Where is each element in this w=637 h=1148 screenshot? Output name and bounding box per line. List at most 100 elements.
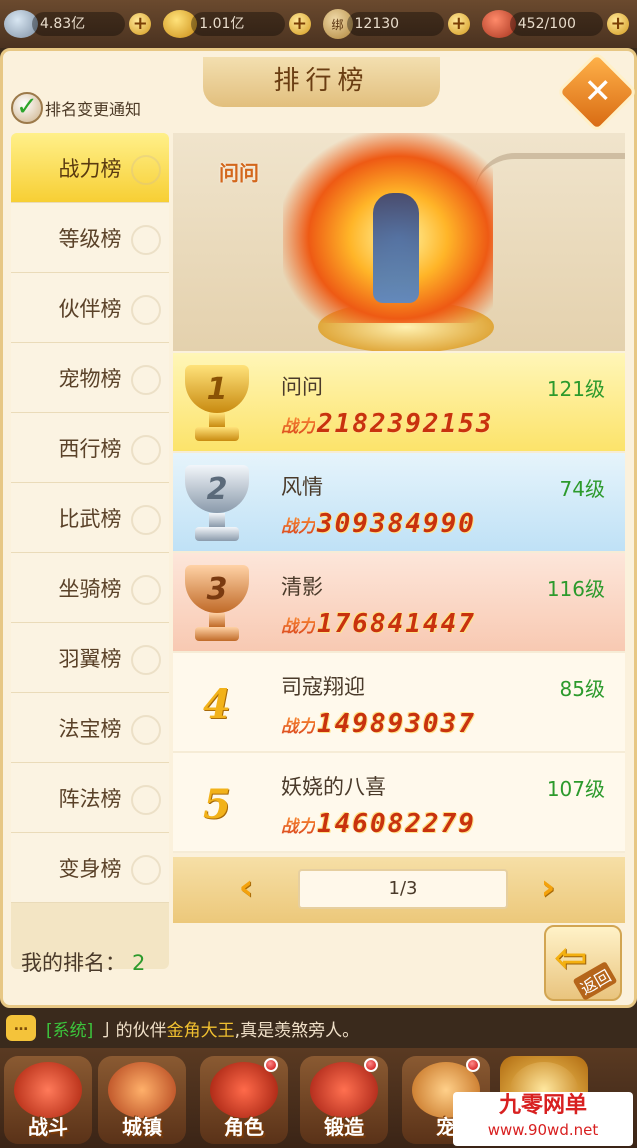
- tab-journey-west[interactable]: 西行榜: [11, 413, 169, 483]
- rank-number: 5: [203, 781, 231, 828]
- gold-amount: 1.01亿: [191, 12, 285, 36]
- tab-label: 坐骑榜: [58, 576, 122, 601]
- my-rank-value: 2: [132, 951, 146, 975]
- power-number: 146082279: [317, 809, 476, 839]
- add-gold-button[interactable]: +: [288, 13, 311, 35]
- tab-formation[interactable]: 阵法榜: [11, 763, 169, 833]
- tab-transform[interactable]: 变身榜: [11, 833, 169, 903]
- town-icon: [108, 1062, 176, 1118]
- player-name: 司寇翔迎: [281, 675, 365, 699]
- tab-level[interactable]: 等级榜: [11, 203, 169, 273]
- add-stamina-button[interactable]: +: [607, 13, 629, 35]
- power-number: 2182392153: [317, 409, 494, 439]
- rank-number: 4: [203, 681, 231, 728]
- notify-label: 排名变更通知: [45, 100, 142, 119]
- tab-label: 羽翼榜: [58, 646, 122, 671]
- power-value: 战力 309384990: [281, 509, 476, 539]
- tab-partner[interactable]: 伙伴榜: [11, 273, 169, 343]
- notification-badge: [364, 1058, 378, 1072]
- leaderboard-panel: 排行榜 ✕ ✓ 排名变更通知 战力榜 等级榜 伙伴榜 宠物榜 西行榜 比武榜 坐…: [0, 48, 637, 1008]
- table-row[interactable]: 5 妖娆的八喜 107级 战力 146082279: [173, 753, 625, 853]
- panel-title: 排行榜: [203, 57, 440, 107]
- tab-martial[interactable]: 比武榜: [11, 483, 169, 553]
- power-value: 战力 2182392153: [281, 409, 494, 439]
- nav-label: 锻造: [324, 1115, 364, 1139]
- nav-character[interactable]: 角色: [200, 1056, 288, 1144]
- tab-label: 等级榜: [58, 226, 122, 251]
- chat-message: [系统] 亅的伙伴金角大王,真是羡煞旁人。: [46, 1016, 359, 1041]
- player-name: 问问: [281, 375, 323, 399]
- power-number: 149893037: [317, 709, 476, 739]
- chat-text: 亅的伙伴: [98, 1020, 167, 1041]
- resource-bar: 4.83亿 + 1.01亿 + 绑 12130 + 452/100 +: [0, 0, 637, 48]
- add-bound-gold-button[interactable]: +: [447, 13, 470, 35]
- tab-artifact[interactable]: 法宝榜: [11, 693, 169, 763]
- close-button[interactable]: ✕: [555, 50, 637, 134]
- rank-number: 2: [185, 465, 249, 513]
- add-silver-button[interactable]: +: [129, 13, 152, 35]
- bound-gold-resource: 绑 12130 +: [319, 8, 478, 40]
- notification-badge: [264, 1058, 278, 1072]
- chat-channel: [系统]: [46, 1020, 94, 1041]
- showcase-player-name: 问问: [219, 161, 259, 185]
- tab-label: 比武榜: [58, 506, 122, 531]
- close-icon: ✕: [583, 71, 612, 112]
- nav-town[interactable]: 城镇: [98, 1056, 186, 1144]
- top-player-showcase: 问问: [173, 133, 625, 351]
- bound-gold-amount: 12130: [346, 12, 444, 36]
- tab-wings[interactable]: 羽翼榜: [11, 623, 169, 693]
- chat-bar[interactable]: … [系统] 亅的伙伴金角大王,真是羡煞旁人。: [0, 1008, 637, 1048]
- bronze-trophy-icon: 3: [179, 565, 255, 643]
- back-button[interactable]: ⇦ 返回: [544, 925, 622, 1001]
- power-number: 176841447: [317, 609, 476, 639]
- power-icon: 战力: [281, 812, 315, 837]
- tab-label: 变身榜: [58, 856, 122, 881]
- player-level: 107级: [546, 777, 605, 801]
- rank-number: 1: [185, 365, 249, 413]
- nav-forge[interactable]: 锻造: [300, 1056, 388, 1144]
- power-icon: 战力: [281, 412, 315, 437]
- tab-mount[interactable]: 坐骑榜: [11, 553, 169, 623]
- site-watermark: 九零网单 www.90wd.net: [453, 1092, 633, 1146]
- player-level: 116级: [546, 577, 605, 601]
- tab-power[interactable]: 战力榜: [11, 133, 169, 203]
- power-icon: 战力: [281, 712, 315, 737]
- table-row[interactable]: 4 司寇翔迎 85级 战力 149893037: [173, 653, 625, 753]
- table-row[interactable]: 1 问问 121级 战力 2182392153: [173, 353, 625, 453]
- nav-battle[interactable]: 战斗: [4, 1056, 92, 1144]
- my-rank: 我的排名： 2: [21, 947, 145, 977]
- player-name: 风情: [281, 475, 323, 499]
- player-level: 74级: [559, 477, 605, 501]
- tab-pet[interactable]: 宠物榜: [11, 343, 169, 413]
- rank-change-notify-toggle[interactable]: ✓ 排名变更通知: [11, 91, 141, 125]
- player-level: 121级: [546, 377, 605, 401]
- nav-label: 城镇: [122, 1115, 162, 1139]
- next-page-button[interactable]: ›: [533, 869, 563, 909]
- power-value: 战力 146082279: [281, 809, 476, 839]
- tab-label: 伙伴榜: [58, 296, 122, 321]
- table-row[interactable]: 2 风情 74级 战力 309384990: [173, 453, 625, 553]
- background-building: [475, 153, 625, 273]
- gold-trophy-icon: 1: [179, 365, 255, 443]
- prev-page-button[interactable]: ‹: [231, 869, 261, 909]
- battle-icon: [14, 1062, 82, 1118]
- page-indicator: 1/3: [298, 869, 508, 909]
- chat-text: ,真是羡煞旁人。: [234, 1020, 360, 1041]
- table-row[interactable]: 3 清影 116级 战力 176841447: [173, 553, 625, 653]
- player-name: 清影: [281, 575, 323, 599]
- tab-label: 法宝榜: [58, 716, 122, 741]
- nav-label: 战斗: [28, 1115, 68, 1139]
- character-model: [373, 193, 419, 303]
- chat-highlight: 金角大王: [166, 1020, 235, 1041]
- stamina-resource: 452/100 +: [478, 8, 637, 40]
- category-tabs: 战力榜 等级榜 伙伴榜 宠物榜 西行榜 比武榜 坐骑榜 羽翼榜 法宝榜 阵法榜 …: [11, 133, 169, 969]
- watermark-url: www.90wd.net: [487, 1121, 599, 1139]
- checkmark-icon[interactable]: ✓: [11, 92, 43, 124]
- power-value: 战力 149893037: [281, 709, 476, 739]
- tab-label: 西行榜: [58, 436, 122, 461]
- pagination: ‹ 1/3 ›: [173, 857, 625, 923]
- notification-badge: [466, 1058, 480, 1072]
- chat-bubble-icon[interactable]: …: [6, 1015, 36, 1041]
- silver-amount: 4.83亿: [32, 12, 126, 36]
- silver-trophy-icon: 2: [179, 465, 255, 543]
